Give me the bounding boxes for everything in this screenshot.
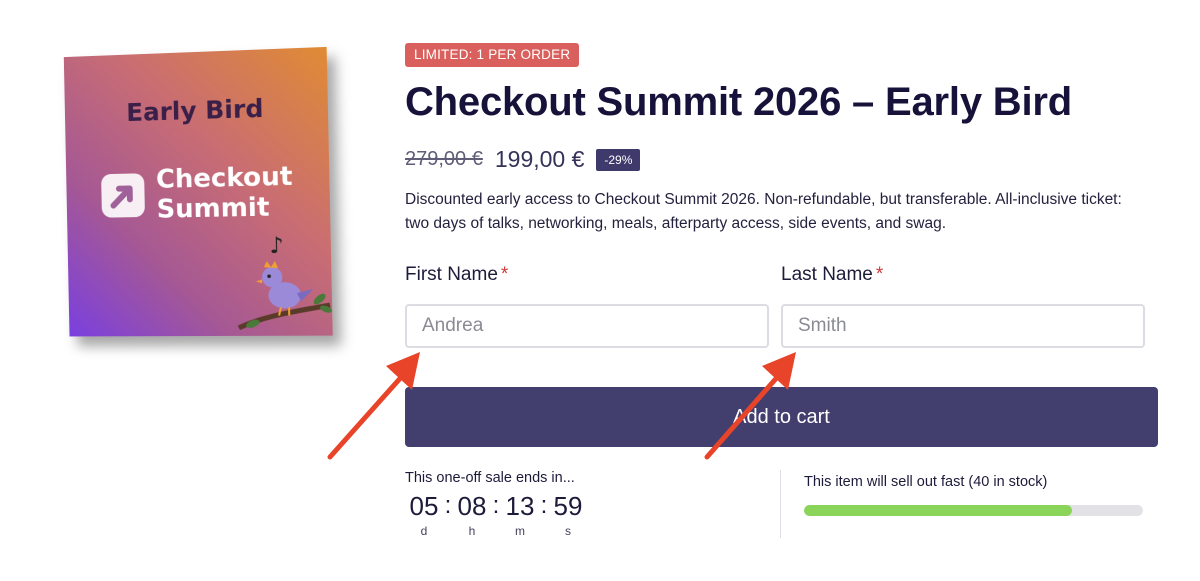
countdown-seconds: 59 s: [549, 490, 587, 538]
first-name-label: First Name *: [405, 264, 508, 286]
required-mark: *: [500, 264, 509, 285]
stock-progress-bar: [804, 505, 1143, 516]
countdown-seconds-unit: s: [565, 524, 571, 538]
stock-label: This item will sell out fast (40 in stoc…: [804, 474, 1048, 490]
product-title: Checkout Summit 2026 – Early Bird: [405, 80, 1072, 124]
first-name-label-text: First Name: [405, 264, 498, 285]
countdown-days: 05 d: [405, 490, 443, 538]
countdown-days-value: 05: [409, 491, 439, 521]
product-image-subtitle: Early Bird: [125, 93, 264, 128]
stock-progress-fill: [804, 505, 1072, 516]
first-name-input[interactable]: [405, 304, 769, 348]
countdown-timer: 05 d : 08 h : 13 m : 59 s: [405, 490, 587, 538]
countdown-separator: :: [492, 492, 500, 519]
countdown-minutes-unit: m: [515, 524, 525, 538]
product-image-brand: Checkout Summit: [156, 162, 294, 225]
last-name-input[interactable]: [781, 304, 1145, 348]
product-description: Discounted early access to Checkout Summ…: [405, 191, 1122, 232]
required-mark: *: [875, 264, 884, 285]
countdown-seconds-value: 59: [553, 491, 583, 521]
last-name-label-text: Last Name: [781, 264, 873, 285]
countdown-separator: :: [540, 492, 548, 519]
section-divider: [780, 470, 781, 538]
brand-line-1: Checkout: [155, 161, 293, 195]
limit-badge: LIMITED: 1 PER ORDER: [405, 43, 580, 67]
arrow-up-right-icon: [101, 173, 145, 218]
countdown-hours-unit: h: [468, 524, 476, 538]
original-price: 279,00 €: [405, 148, 483, 170]
svg-text:♪: ♪: [269, 233, 284, 259]
add-to-cart-button[interactable]: Add to cart: [405, 387, 1158, 447]
price-row: 279,00 € 199,00 € -29%: [405, 146, 641, 173]
countdown-hours: 08 h: [453, 490, 491, 538]
product-image: Early Bird Checkout Summit ♪: [63, 46, 333, 337]
countdown-label: This one-off sale ends in...: [405, 470, 575, 486]
countdown-minutes: 13 m: [501, 490, 539, 538]
discount-badge: -29%: [596, 148, 641, 171]
sale-price: 199,00 €: [494, 146, 585, 172]
singing-bird-icon: ♪: [233, 233, 333, 334]
countdown-minutes-value: 13: [505, 491, 535, 521]
countdown-separator: :: [444, 492, 452, 519]
countdown-days-unit: d: [420, 524, 428, 538]
brand-line-2: Summit: [156, 192, 270, 225]
countdown-hours-value: 08: [457, 491, 487, 521]
last-name-label: Last Name *: [781, 264, 883, 286]
